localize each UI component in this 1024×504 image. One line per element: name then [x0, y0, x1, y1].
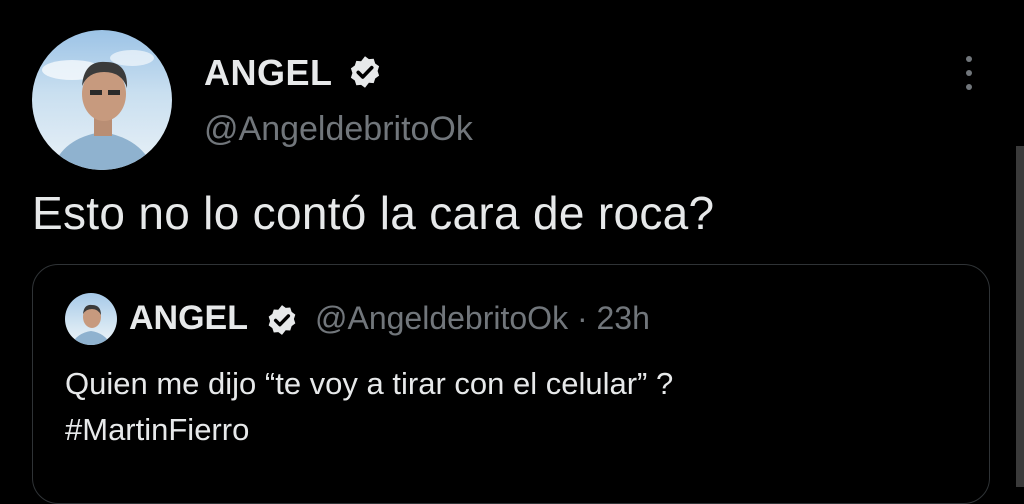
author-name[interactable]: ANGEL: [204, 52, 333, 94]
scrollbar[interactable]: [1016, 146, 1024, 487]
quoted-hashtag[interactable]: #MartinFierro: [65, 407, 965, 453]
quoted-text-line: Quien me dijo “te voy a tirar con el cel…: [65, 366, 674, 401]
author-avatar[interactable]: [32, 30, 172, 170]
quoted-meta: @AngeldebritoOk · 23h: [315, 300, 650, 337]
quoted-author-handle[interactable]: @AngeldebritoOk: [315, 300, 568, 336]
quoted-tweet[interactable]: ANGEL @AngeldebritoOk · 23h Quien me dij…: [32, 264, 990, 504]
avatar-photo: [42, 50, 154, 170]
more-options-icon[interactable]: [962, 56, 976, 90]
quoted-timestamp[interactable]: 23h: [597, 300, 650, 336]
quoted-text: Quien me dijo “te voy a tirar con el cel…: [65, 361, 965, 453]
verified-badge-icon: [350, 56, 380, 88]
author-handle[interactable]: @AngeldebritoOk: [204, 110, 473, 149]
more-dot: [966, 84, 972, 90]
quoted-author-name[interactable]: ANGEL: [129, 299, 248, 338]
quoted-author-avatar[interactable]: [65, 293, 117, 345]
tweet-text: Esto no lo contó la cara de roca?: [32, 187, 715, 239]
more-dot: [966, 70, 972, 76]
more-dot: [966, 56, 972, 62]
quoted-avatar-photo: [71, 304, 111, 345]
meta-separator: ·: [576, 300, 588, 336]
verified-badge-icon: [268, 305, 296, 335]
